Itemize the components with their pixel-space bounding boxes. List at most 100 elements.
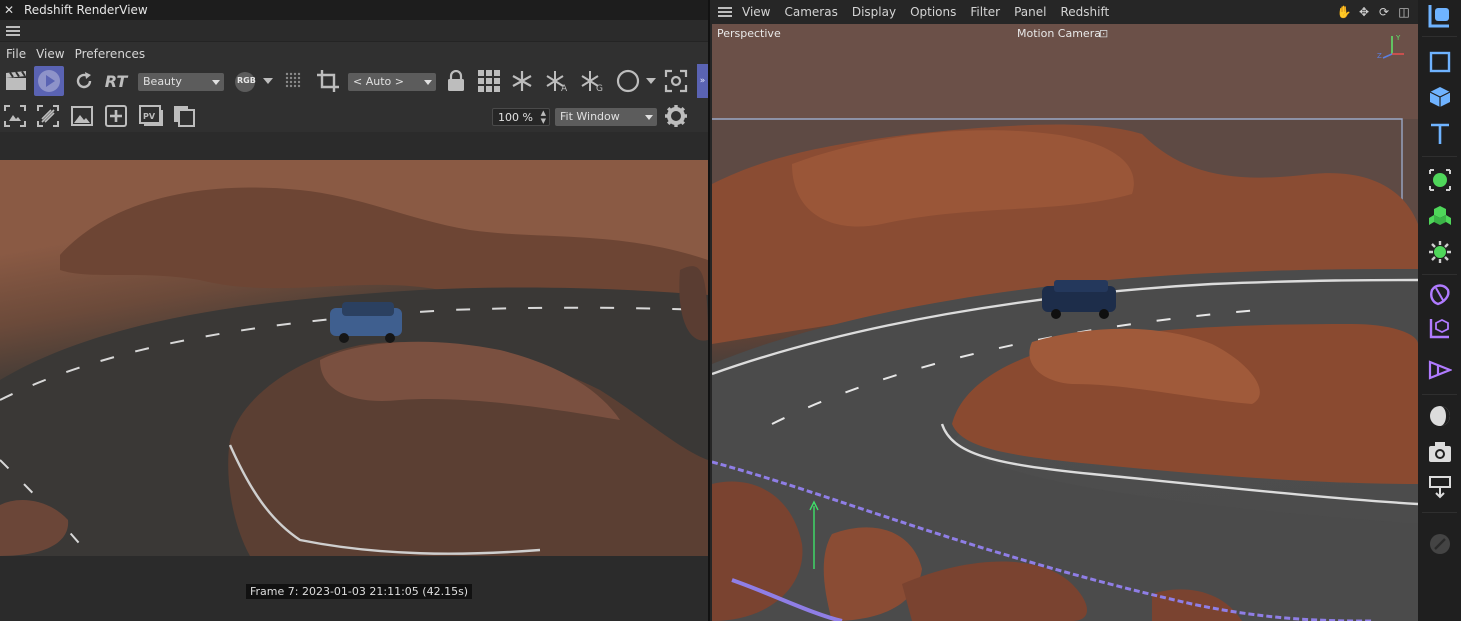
camera-tool[interactable]: [1426, 438, 1454, 466]
light-tool[interactable]: [1426, 402, 1454, 430]
tool-palette: [1418, 0, 1461, 621]
camera-select[interactable]: < Auto >: [348, 73, 436, 91]
viewport-menu-filter[interactable]: Filter: [970, 5, 1000, 19]
tool-separator: [1422, 512, 1457, 513]
menu-file[interactable]: File: [6, 47, 26, 61]
viewport-menu-display[interactable]: Display: [852, 5, 896, 19]
hamburger-menu-icon[interactable]: [6, 26, 20, 36]
expand-side-button[interactable]: »: [697, 64, 708, 98]
camera-lock-icon[interactable]: ⊡: [1099, 27, 1108, 40]
aov-select[interactable]: Beauty: [138, 73, 224, 91]
viewport-nav-icons: ✋ ✥ ⟳ ◫: [1332, 4, 1412, 20]
move-arrows-icon[interactable]: ✥: [1356, 4, 1372, 20]
menu-preferences[interactable]: Preferences: [75, 47, 146, 61]
menu-view[interactable]: View: [36, 47, 64, 61]
snapshot-frame-icon[interactable]: [3, 104, 27, 128]
snowflake-g-icon[interactable]: G: [579, 69, 607, 93]
rect-tool[interactable]: [1426, 48, 1454, 76]
refresh-icon[interactable]: [72, 69, 96, 93]
tool-separator: [1422, 394, 1457, 395]
rt-toggle-button[interactable]: RT: [101, 69, 131, 93]
text-tool[interactable]: [1426, 120, 1454, 148]
chevron-down-icon: [424, 80, 432, 85]
fit-window-select[interactable]: Fit Window: [555, 108, 657, 126]
active-camera-label[interactable]: Motion Camera: [1017, 27, 1101, 40]
image-icon[interactable]: [70, 104, 94, 128]
tool-separator: [1422, 36, 1457, 37]
add-snapshot-icon[interactable]: [104, 104, 128, 128]
snapshot-compare-icon[interactable]: [36, 104, 60, 128]
cube-icon: [1429, 87, 1451, 107]
viewport-menu-view[interactable]: View: [742, 5, 770, 19]
copy-icon[interactable]: [172, 104, 196, 128]
viewport-menu-options[interactable]: Options: [910, 5, 956, 19]
disabled-icon: [1430, 534, 1450, 554]
floor-tool[interactable]: [1426, 473, 1454, 501]
text-icon: [1431, 123, 1449, 144]
tool-separator: [1422, 274, 1457, 275]
zoom-stepper[interactable]: 100 % ▲ ▼: [492, 108, 550, 126]
deformer-tool[interactable]: [1426, 280, 1454, 308]
svg-text:PV: PV: [143, 112, 156, 121]
lock-icon[interactable]: [444, 69, 468, 93]
chevron-down-icon[interactable]: [645, 76, 657, 86]
chevron-down-icon: [212, 80, 220, 85]
maximize-view-icon[interactable]: ◫: [1396, 4, 1412, 20]
double-chevron-right-icon: »: [699, 76, 706, 86]
chevron-down-icon: [645, 115, 653, 120]
svg-text:Z: Z: [1377, 52, 1382, 60]
cluster-icon: [1429, 206, 1451, 225]
viewport-menu-redshift[interactable]: Redshift: [1060, 5, 1109, 19]
light-icon: [1430, 406, 1450, 426]
field-tool[interactable]: [1426, 314, 1454, 342]
viewport-scene[interactable]: Perspective Motion Camera ⊡ Z Y: [712, 24, 1418, 621]
renderview-menubar: File View Preferences: [0, 43, 708, 65]
render-play-button[interactable]: [34, 66, 64, 96]
camera-icon: [1429, 442, 1451, 462]
picture-viewer-icon[interactable]: PV: [138, 104, 164, 128]
chevron-down-icon[interactable]: [262, 76, 274, 86]
stepper-arrows-icon[interactable]: ▲ ▼: [541, 109, 546, 125]
viewport-menu-panel[interactable]: Panel: [1014, 5, 1046, 19]
cube-tool[interactable]: [1426, 83, 1454, 111]
buckets-grid-icon[interactable]: [477, 69, 501, 93]
deformer-icon: [1430, 284, 1450, 306]
renderview-toolbar-secondary: PV 100 % ▲ ▼ Fit Window: [0, 98, 708, 132]
svg-text:G: G: [596, 84, 603, 92]
snowflake-a-icon[interactable]: A: [544, 69, 572, 93]
null-object-tool[interactable]: [1426, 166, 1454, 194]
renderview-toolbar-main: RT Beauty RGB < Auto > A G: [0, 64, 708, 98]
fit-window-value: Fit Window: [560, 110, 620, 123]
renderview-panel: ✕ Redshift RenderView File View Preferen…: [0, 0, 708, 621]
clapper-icon[interactable]: [4, 69, 28, 93]
zoom-value: 100 %: [498, 111, 533, 124]
rgb-channel-button[interactable]: RGB: [233, 71, 257, 93]
cloner-tool[interactable]: [1426, 202, 1454, 230]
aov-select-value: Beauty: [143, 75, 182, 88]
spline-tool[interactable]: [1426, 356, 1454, 384]
floor-icon: [1429, 476, 1451, 499]
hamburger-menu-icon[interactable]: [718, 7, 732, 17]
circle-outline-icon[interactable]: [615, 69, 641, 93]
renderview-title: Redshift RenderView: [24, 3, 148, 17]
viewport-menu-cameras[interactable]: Cameras: [784, 5, 837, 19]
orbit-icon[interactable]: ⟳: [1376, 4, 1392, 20]
dot-grid-icon[interactable]: [283, 70, 305, 92]
spline-icon: [1428, 360, 1452, 380]
object-green-icon: [1429, 169, 1451, 191]
pan-hand-icon[interactable]: ✋: [1336, 4, 1352, 20]
svg-text:Y: Y: [1395, 34, 1401, 42]
render-view-tool[interactable]: [1426, 2, 1454, 30]
close-icon[interactable]: ✕: [0, 3, 18, 17]
disabled-tool: [1426, 530, 1454, 558]
cube-outline-icon: [1429, 51, 1451, 73]
gear-icon[interactable]: [663, 103, 689, 129]
focus-target-icon[interactable]: [663, 69, 689, 93]
snowflake-icon[interactable]: [510, 69, 534, 93]
viewport-menubar: View Cameras Display Options Filter Pane…: [710, 0, 1418, 24]
frame-status-label: Frame 7: 2023-01-03 21:11:05 (42.15s): [246, 584, 473, 599]
projection-label[interactable]: Perspective: [717, 27, 781, 40]
effector-tool[interactable]: [1426, 238, 1454, 266]
render-image[interactable]: [0, 160, 708, 556]
crop-icon[interactable]: [315, 68, 341, 94]
